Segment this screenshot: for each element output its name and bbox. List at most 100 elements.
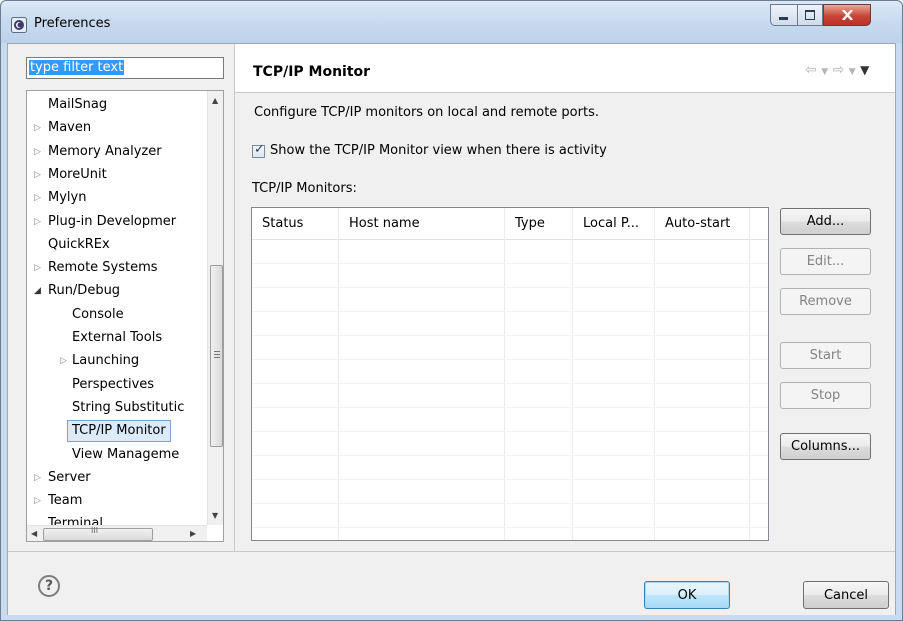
show-view-checkbox-label[interactable]: Show the TCP/IP Monitor view when there … (270, 143, 607, 158)
tree-item-label: MoreUnit (48, 166, 107, 182)
back-arrow-icon[interactable]: ⇦ (805, 62, 817, 78)
eclipse-app-icon (11, 17, 27, 33)
column-header[interactable]: Auto-start (655, 208, 750, 239)
table-row (252, 503, 768, 504)
column-header[interactable]: Local P... (573, 208, 655, 239)
help-icon[interactable]: ? (38, 575, 60, 597)
column-divider (504, 208, 505, 540)
monitors-label: TCP/IP Monitors: (252, 181, 357, 196)
tree-item-label: Run/Debug (48, 283, 121, 299)
view-menu-icon[interactable]: ▼ (860, 63, 869, 77)
maximize-icon (805, 10, 815, 20)
page-title: TCP/IP Monitor (253, 64, 371, 80)
collapsed-arrow-icon[interactable]: ▷ (60, 350, 70, 372)
dialog-content: type filter text Terminal ▷ Team ▷ Server Vie… (7, 43, 896, 615)
tree-horizontal-scrollbar[interactable]: ◀ III ▶ (27, 525, 207, 541)
table-row (252, 383, 768, 384)
collapsed-arrow-icon[interactable]: ▷ (34, 117, 44, 139)
tree-item-label: View Manageme (72, 446, 180, 462)
close-icon (842, 10, 853, 20)
tree-item-label: Launching (72, 353, 140, 369)
collapsed-arrow-icon[interactable]: ▷ (34, 141, 44, 163)
tree-item-label: External Tools (72, 330, 163, 345)
column-divider (654, 208, 655, 540)
tree-item-label: Team (48, 493, 83, 509)
close-button[interactable] (823, 4, 871, 26)
grip-icon (214, 351, 220, 352)
tree-item-label: Memory Analyzer (48, 143, 162, 159)
table-row (252, 527, 768, 528)
table-row (252, 311, 768, 312)
collapsed-arrow-icon[interactable]: ▷ (34, 257, 44, 279)
title-bar[interactable]: Preferences (1, 1, 902, 43)
cancel-button[interactable]: Cancel (803, 581, 889, 609)
column-divider (572, 208, 573, 540)
tree-item-label: Mylyn (48, 190, 87, 206)
filter-input[interactable]: type filter text (26, 57, 224, 79)
tree-hscroll-thumb[interactable]: III (43, 526, 153, 541)
show-view-checkbox[interactable] (252, 142, 265, 158)
table-row (252, 431, 768, 432)
page-header: TCP/IP Monitor ⇦ ▼ ⇨ ▼ ▼ (235, 44, 895, 93)
dialog-footer: ? OK Cancel (8, 551, 895, 615)
table-row (252, 287, 768, 288)
tree-item-label: Perspectives (72, 376, 155, 392)
column-header[interactable]: Host name (339, 208, 505, 239)
tree-item-label: String Substitutic (72, 399, 185, 415)
forward-arrow-icon[interactable]: ⇨ (833, 62, 845, 78)
column-divider (338, 208, 339, 540)
tree-item-label: QuickREx (48, 236, 110, 252)
page-navigation: ⇦ ▼ ⇨ ▼ ▼ (805, 62, 869, 78)
minimize-button[interactable] (770, 4, 797, 26)
tree-item-label: Remote Systems (48, 260, 158, 276)
scroll-down-icon[interactable]: ▼ (212, 511, 218, 520)
collapsed-arrow-icon[interactable]: ▷ (34, 211, 44, 233)
dropdown-icon[interactable]: ▼ (821, 67, 828, 77)
expanded-arrow-icon[interactable]: ◢ (34, 280, 44, 302)
collapsed-arrow-icon[interactable]: ▷ (34, 467, 44, 489)
column-header[interactable]: Status (252, 208, 339, 239)
monitors-table[interactable]: Status Host name Type Local P... Auto-start (251, 207, 769, 541)
maximize-button[interactable] (797, 4, 823, 26)
page-description: Configure TCP/IP monitors on local and r… (254, 105, 599, 120)
dropdown-icon[interactable]: ▼ (849, 67, 856, 77)
hscroll-grip: III (91, 526, 99, 535)
table-header-divider (252, 239, 768, 240)
collapsed-arrow-icon[interactable]: ▷ (34, 164, 44, 186)
columns-button[interactable]: Columns... (780, 433, 871, 460)
tree-item-label: Maven (48, 120, 92, 136)
start-button[interactable]: Start (780, 342, 871, 369)
preference-tree[interactable]: Terminal ▷ Team ▷ Server View Manageme TCP/IP … (26, 90, 224, 542)
add-button[interactable]: Add... (780, 208, 871, 235)
table-row (252, 479, 768, 480)
tree-item-label: Server (48, 469, 91, 485)
ok-button[interactable]: OK (644, 581, 730, 609)
preferences-window: Preferences type filter text Terminal ▷ Te… (0, 0, 903, 621)
collapsed-arrow-icon[interactable]: ▷ (34, 490, 44, 512)
column-divider (749, 208, 750, 540)
tree-vertical-scrollbar[interactable]: ▲ ▼ (207, 91, 223, 525)
filter-text: type filter text (29, 60, 125, 75)
stop-button[interactable]: Stop (780, 382, 871, 409)
table-row (252, 455, 768, 456)
window-title: Preferences (34, 16, 111, 31)
tree-item-label: TCP/IP Monitor (67, 420, 171, 443)
scroll-right-icon[interactable]: ▶ (190, 529, 196, 538)
table-row (252, 263, 768, 264)
tree-item-label: MailSnag (48, 97, 108, 112)
column-header-filler (750, 208, 768, 239)
scroll-up-icon[interactable]: ▲ (212, 96, 218, 105)
tree-item-label: Console (72, 306, 124, 322)
table-row (252, 335, 768, 336)
tree-item-label: Plug-in Developmer (48, 213, 177, 229)
remove-button[interactable]: Remove (780, 288, 871, 315)
minimize-icon (779, 17, 788, 20)
collapsed-arrow-icon[interactable]: ▷ (34, 187, 44, 209)
scroll-left-icon[interactable]: ◀ (31, 529, 37, 538)
tree-scroll-thumb[interactable] (210, 265, 223, 447)
pane-splitter[interactable] (234, 44, 235, 551)
table-row (252, 407, 768, 408)
edit-button[interactable]: Edit... (780, 248, 871, 275)
table-row (252, 359, 768, 360)
column-header[interactable]: Type (505, 208, 573, 239)
